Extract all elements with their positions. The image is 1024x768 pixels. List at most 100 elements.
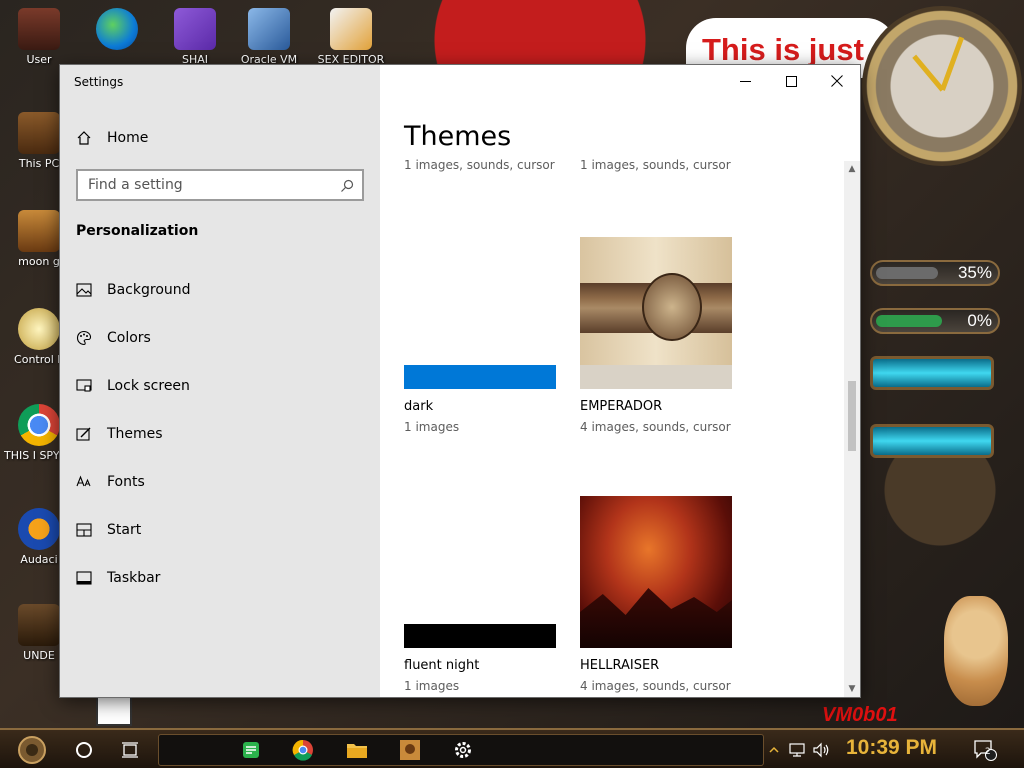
nav-label: Taskbar bbox=[107, 570, 161, 586]
nav-start[interactable]: Start bbox=[76, 515, 366, 545]
scroll-down-icon[interactable]: ▼ bbox=[847, 684, 857, 694]
taskbar-app-game[interactable] bbox=[395, 734, 425, 766]
nav-colors[interactable]: Colors bbox=[76, 323, 366, 353]
nav-home[interactable]: Home bbox=[76, 123, 366, 153]
close-button[interactable] bbox=[814, 65, 860, 97]
theme-tile-emperador[interactable]: EMPERADOR 4 images, sounds, cursor bbox=[580, 237, 736, 434]
lock-screen-icon bbox=[76, 378, 92, 394]
start-button[interactable] bbox=[8, 734, 56, 766]
search-input[interactable] bbox=[78, 171, 318, 199]
task-view-button[interactable] bbox=[114, 734, 146, 766]
theme-preview bbox=[404, 237, 556, 389]
theme-preview bbox=[580, 496, 732, 648]
tray-volume[interactable] bbox=[810, 734, 832, 766]
nav-fonts[interactable]: Fonts bbox=[76, 467, 366, 497]
theme-description: 1 images bbox=[404, 420, 460, 434]
brush-icon bbox=[76, 426, 92, 442]
settings-window: Settings Home Personalization Background bbox=[60, 65, 860, 697]
nav-label: Themes bbox=[107, 426, 163, 442]
chrome-icon bbox=[292, 739, 313, 761]
cortana-button[interactable] bbox=[68, 734, 100, 766]
gear-start-icon bbox=[18, 736, 46, 764]
gauge-tube bbox=[870, 424, 994, 458]
scroll-up-icon[interactable]: ▲ bbox=[847, 164, 857, 174]
theme-description: 4 images, sounds, cursor bbox=[580, 420, 731, 434]
desktop-icon-virtualbox[interactable]: Oracle VM bbox=[234, 8, 304, 66]
theme-tile-dark[interactable]: dark 1 images bbox=[404, 237, 560, 434]
hamster-widget bbox=[944, 596, 1008, 706]
meter-fill bbox=[876, 267, 938, 279]
tray-network[interactable] bbox=[786, 734, 808, 766]
meter-fill bbox=[876, 315, 942, 327]
user-folder-icon bbox=[18, 8, 60, 50]
theme-description: 1 images, sounds, cursor bbox=[404, 158, 555, 172]
nav-background[interactable]: Background bbox=[76, 275, 366, 305]
clock-hand bbox=[912, 54, 945, 92]
memory-meter: 0% bbox=[870, 308, 1000, 334]
clock-hand bbox=[940, 36, 965, 91]
nav-home-label: Home bbox=[107, 130, 149, 146]
nav-label: Background bbox=[107, 282, 191, 298]
theme-name: dark bbox=[404, 399, 434, 414]
search-icon bbox=[340, 178, 354, 192]
theme-tile-hellraiser[interactable]: HELLRAISER 4 images, sounds, cursor bbox=[580, 496, 736, 693]
hex-editor-icon bbox=[330, 8, 372, 50]
task-view-icon bbox=[122, 742, 138, 758]
desktop-icon-edge[interactable] bbox=[82, 8, 152, 53]
shield-icon bbox=[18, 210, 60, 252]
content-scrollbar[interactable]: ▲ ▼ bbox=[844, 161, 860, 697]
search-box[interactable] bbox=[76, 169, 364, 201]
nav-label: Fonts bbox=[107, 474, 145, 490]
theme-color-swatch bbox=[404, 624, 556, 648]
taskbar-app-settings[interactable] bbox=[448, 734, 478, 766]
nav-label: Lock screen bbox=[107, 378, 190, 394]
nav-themes[interactable]: Themes bbox=[76, 419, 366, 449]
settings-sidebar: Settings Home Personalization Background bbox=[60, 65, 380, 697]
taskbar: 10:39 PM 2 bbox=[0, 728, 1024, 768]
audacity-icon bbox=[18, 508, 60, 550]
cortana-icon bbox=[76, 742, 92, 758]
section-title: Personalization bbox=[76, 223, 199, 239]
palette-icon bbox=[76, 330, 92, 346]
theme-name: HELLRAISER bbox=[580, 658, 660, 673]
chevron-up-icon bbox=[769, 746, 779, 753]
edge-browser-icon bbox=[96, 8, 138, 50]
nav-label: Start bbox=[107, 522, 142, 538]
window-title: Settings bbox=[74, 75, 124, 89]
start-icon bbox=[76, 522, 92, 538]
computer-icon bbox=[18, 112, 60, 154]
nav-taskbar[interactable]: Taskbar bbox=[76, 563, 366, 593]
nav-label: Colors bbox=[107, 330, 151, 346]
tray-clock[interactable]: 10:39 PM bbox=[846, 736, 937, 760]
meter-percent: 0% bbox=[967, 311, 992, 330]
meter-percent: 35% bbox=[957, 263, 992, 282]
minimize-button[interactable] bbox=[722, 65, 768, 97]
game-icon bbox=[400, 740, 420, 760]
nav-lock-screen[interactable]: Lock screen bbox=[76, 371, 366, 401]
tray-chevron[interactable] bbox=[766, 734, 782, 766]
desktop-icon-visual-studio[interactable]: SHAI bbox=[160, 8, 230, 66]
game-icon bbox=[18, 604, 60, 646]
preview-medallion bbox=[642, 273, 702, 341]
theme-description: 1 images bbox=[404, 679, 460, 693]
network-icon bbox=[789, 743, 805, 757]
taskbar-app-explorer[interactable] bbox=[342, 734, 372, 766]
desktop-icon-user[interactable]: User bbox=[4, 8, 74, 66]
taskbar-app-notes[interactable] bbox=[236, 734, 266, 766]
chrome-icon bbox=[18, 404, 60, 446]
picture-icon bbox=[76, 282, 92, 298]
desktop-icon-hex-editor[interactable]: SEX EDITOR bbox=[316, 8, 386, 66]
page-title: Themes bbox=[404, 121, 512, 152]
theme-tile-fluent-night[interactable]: fluent night 1 images bbox=[404, 496, 560, 693]
home-icon bbox=[76, 130, 92, 146]
action-center-button[interactable]: 2 bbox=[970, 734, 1000, 766]
minimize-icon bbox=[739, 80, 751, 82]
scrollbar-thumb[interactable] bbox=[848, 381, 856, 451]
theme-preview bbox=[404, 496, 556, 648]
taskbar-app-chrome[interactable] bbox=[288, 734, 318, 766]
preview-rocks bbox=[580, 588, 732, 648]
maximize-button[interactable] bbox=[768, 65, 814, 97]
theme-name: fluent night bbox=[404, 658, 480, 673]
preview-taskbar-strip bbox=[580, 365, 732, 389]
steampunk-clock-widget bbox=[862, 6, 1022, 166]
